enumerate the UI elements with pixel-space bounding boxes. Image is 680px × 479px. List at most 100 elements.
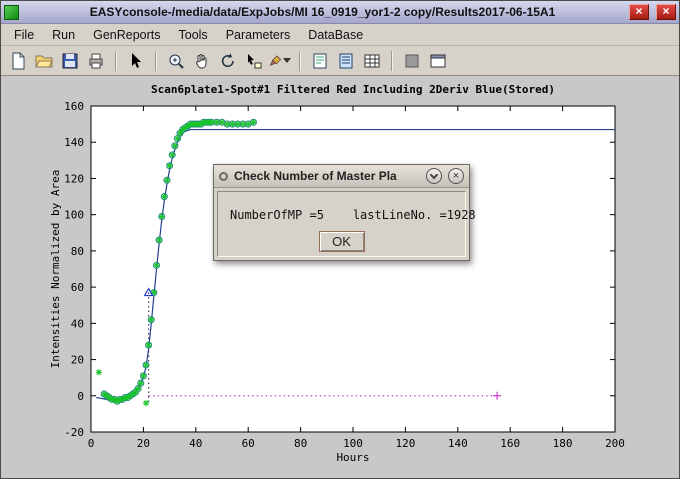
dialog-titlebar[interactable]: Check Number of Master Pla ×	[214, 165, 469, 188]
y-tick-label: -20	[64, 426, 84, 439]
document-button[interactable]	[334, 49, 358, 73]
figure-window-button[interactable]	[426, 49, 450, 73]
zoom-in-button[interactable]	[164, 49, 188, 73]
report-button[interactable]	[308, 49, 332, 73]
chart: 0 20 40 60 80 100 120 140 160 180 200 -20 0 20 40 60 80 1…	[1, 76, 679, 478]
open-button[interactable]	[32, 49, 56, 73]
menu-database[interactable]: DataBase	[299, 26, 372, 44]
y-tick-label: 160	[64, 100, 84, 113]
data-marker	[161, 193, 167, 199]
chevron-down-icon	[430, 170, 438, 178]
x-tick-label: 200	[605, 437, 625, 450]
toolbar-separator	[391, 51, 393, 71]
data-marker	[153, 262, 159, 268]
menu-bar: File Run GenReports Tools Parameters Dat…	[1, 24, 679, 46]
menu-tools[interactable]: Tools	[170, 26, 217, 44]
menu-parameters[interactable]: Parameters	[217, 26, 300, 44]
dialog-body: NumberOfMP =5 lastLineNo. =1928 OK	[217, 191, 466, 257]
toolbar	[1, 46, 679, 76]
pan-button[interactable]	[190, 49, 214, 73]
pointer-arrow-icon	[127, 52, 145, 70]
minimize-button[interactable]: ×	[629, 4, 649, 20]
data-cursor-icon	[245, 52, 263, 70]
data-marker	[138, 380, 144, 386]
brush-button[interactable]	[268, 49, 292, 73]
data-marker	[164, 177, 170, 183]
y-tick-label: 40	[71, 317, 84, 330]
x-tick-label: 180	[553, 437, 573, 450]
y-tick-label: 100	[64, 209, 84, 222]
x-tick-label: 40	[189, 437, 202, 450]
data-marker	[145, 342, 151, 348]
chevron-down-icon	[283, 58, 291, 63]
rotate-button[interactable]	[216, 49, 240, 73]
toolbar-separator	[299, 51, 301, 71]
data-marker	[143, 362, 149, 368]
x-tick-label: 140	[448, 437, 468, 450]
dialog-close-button[interactable]: ×	[448, 168, 464, 184]
menu-genreports[interactable]: GenReports	[84, 26, 169, 44]
print-button[interactable]	[84, 49, 108, 73]
data-marker	[169, 152, 175, 158]
app-window: EASYconsole-/media/data/ExpJobs/MI 16_09…	[0, 0, 680, 479]
table-grid-icon	[363, 52, 381, 70]
y-axis-label: Intensities Normalized by Area	[49, 170, 62, 369]
y-tick-label: 140	[64, 136, 84, 149]
colorbar-square-icon	[403, 52, 421, 70]
x-tick-label: 160	[500, 437, 520, 450]
data-marker	[143, 400, 149, 406]
y-tick-label: 80	[71, 245, 84, 258]
print-icon	[87, 52, 105, 70]
data-marker	[140, 373, 146, 379]
pan-hand-icon	[193, 52, 211, 70]
x-tick-label: 60	[242, 437, 255, 450]
table-button[interactable]	[360, 49, 384, 73]
colorbar-button[interactable]	[400, 49, 424, 73]
brush-icon	[269, 52, 282, 70]
x-tick-label: 100	[343, 437, 363, 450]
dialog-collapse-button[interactable]	[426, 168, 442, 184]
figure-window-icon	[429, 52, 447, 70]
close-button[interactable]: ×	[656, 4, 676, 20]
ok-button[interactable]: OK	[319, 231, 365, 252]
toolbar-separator	[115, 51, 117, 71]
window-titlebar[interactable]: EASYconsole-/media/data/ExpJobs/MI 16_09…	[1, 1, 679, 24]
save-floppy-icon	[61, 52, 79, 70]
save-button[interactable]	[58, 49, 82, 73]
toolbar-separator	[155, 51, 157, 71]
rotate-icon	[219, 52, 237, 70]
open-folder-icon	[35, 52, 53, 70]
menu-file[interactable]: File	[5, 26, 43, 44]
document-icon	[337, 52, 355, 70]
y-tick-label: 20	[71, 354, 84, 367]
new-document-icon	[9, 52, 27, 70]
data-cursor-button[interactable]	[242, 49, 266, 73]
chart-title: Scan6plate1-Spot#1 Filtered Red Includin…	[151, 83, 555, 96]
x-tick-label: 80	[294, 437, 307, 450]
data-marker	[148, 317, 154, 323]
window-title: EASYconsole-/media/data/ExpJobs/MI 16_09…	[23, 5, 622, 19]
menu-run[interactable]: Run	[43, 26, 84, 44]
x-tick-label: 120	[395, 437, 415, 450]
dialog-title: Check Number of Master Pla	[234, 169, 420, 183]
data-marker	[96, 369, 102, 375]
data-marker	[172, 143, 178, 149]
dialog-icon	[219, 172, 228, 181]
check-master-plates-dialog: Check Number of Master Pla × NumberOfMP …	[213, 164, 470, 261]
app-icon	[4, 5, 19, 20]
data-marker	[159, 213, 165, 219]
data-marker	[156, 237, 162, 243]
zoom-in-icon	[167, 52, 185, 70]
x-tick-label: 0	[88, 437, 95, 450]
x-tick-label: 20	[137, 437, 150, 450]
dialog-message: NumberOfMP =5 lastLineNo. =1928	[230, 208, 465, 222]
y-tick-label: 120	[64, 172, 84, 185]
data-marker	[166, 163, 172, 169]
figure-area[interactable]: 0 20 40 60 80 100 120 140 160 180 200 -20 0 20 40 60 80 1…	[1, 76, 679, 478]
data-marker	[250, 119, 256, 125]
report-icon	[311, 52, 329, 70]
y-tick-label: 60	[71, 281, 84, 294]
pointer-tool-button[interactable]	[124, 49, 148, 73]
y-tick-label: 0	[77, 390, 84, 403]
new-button[interactable]	[6, 49, 30, 73]
